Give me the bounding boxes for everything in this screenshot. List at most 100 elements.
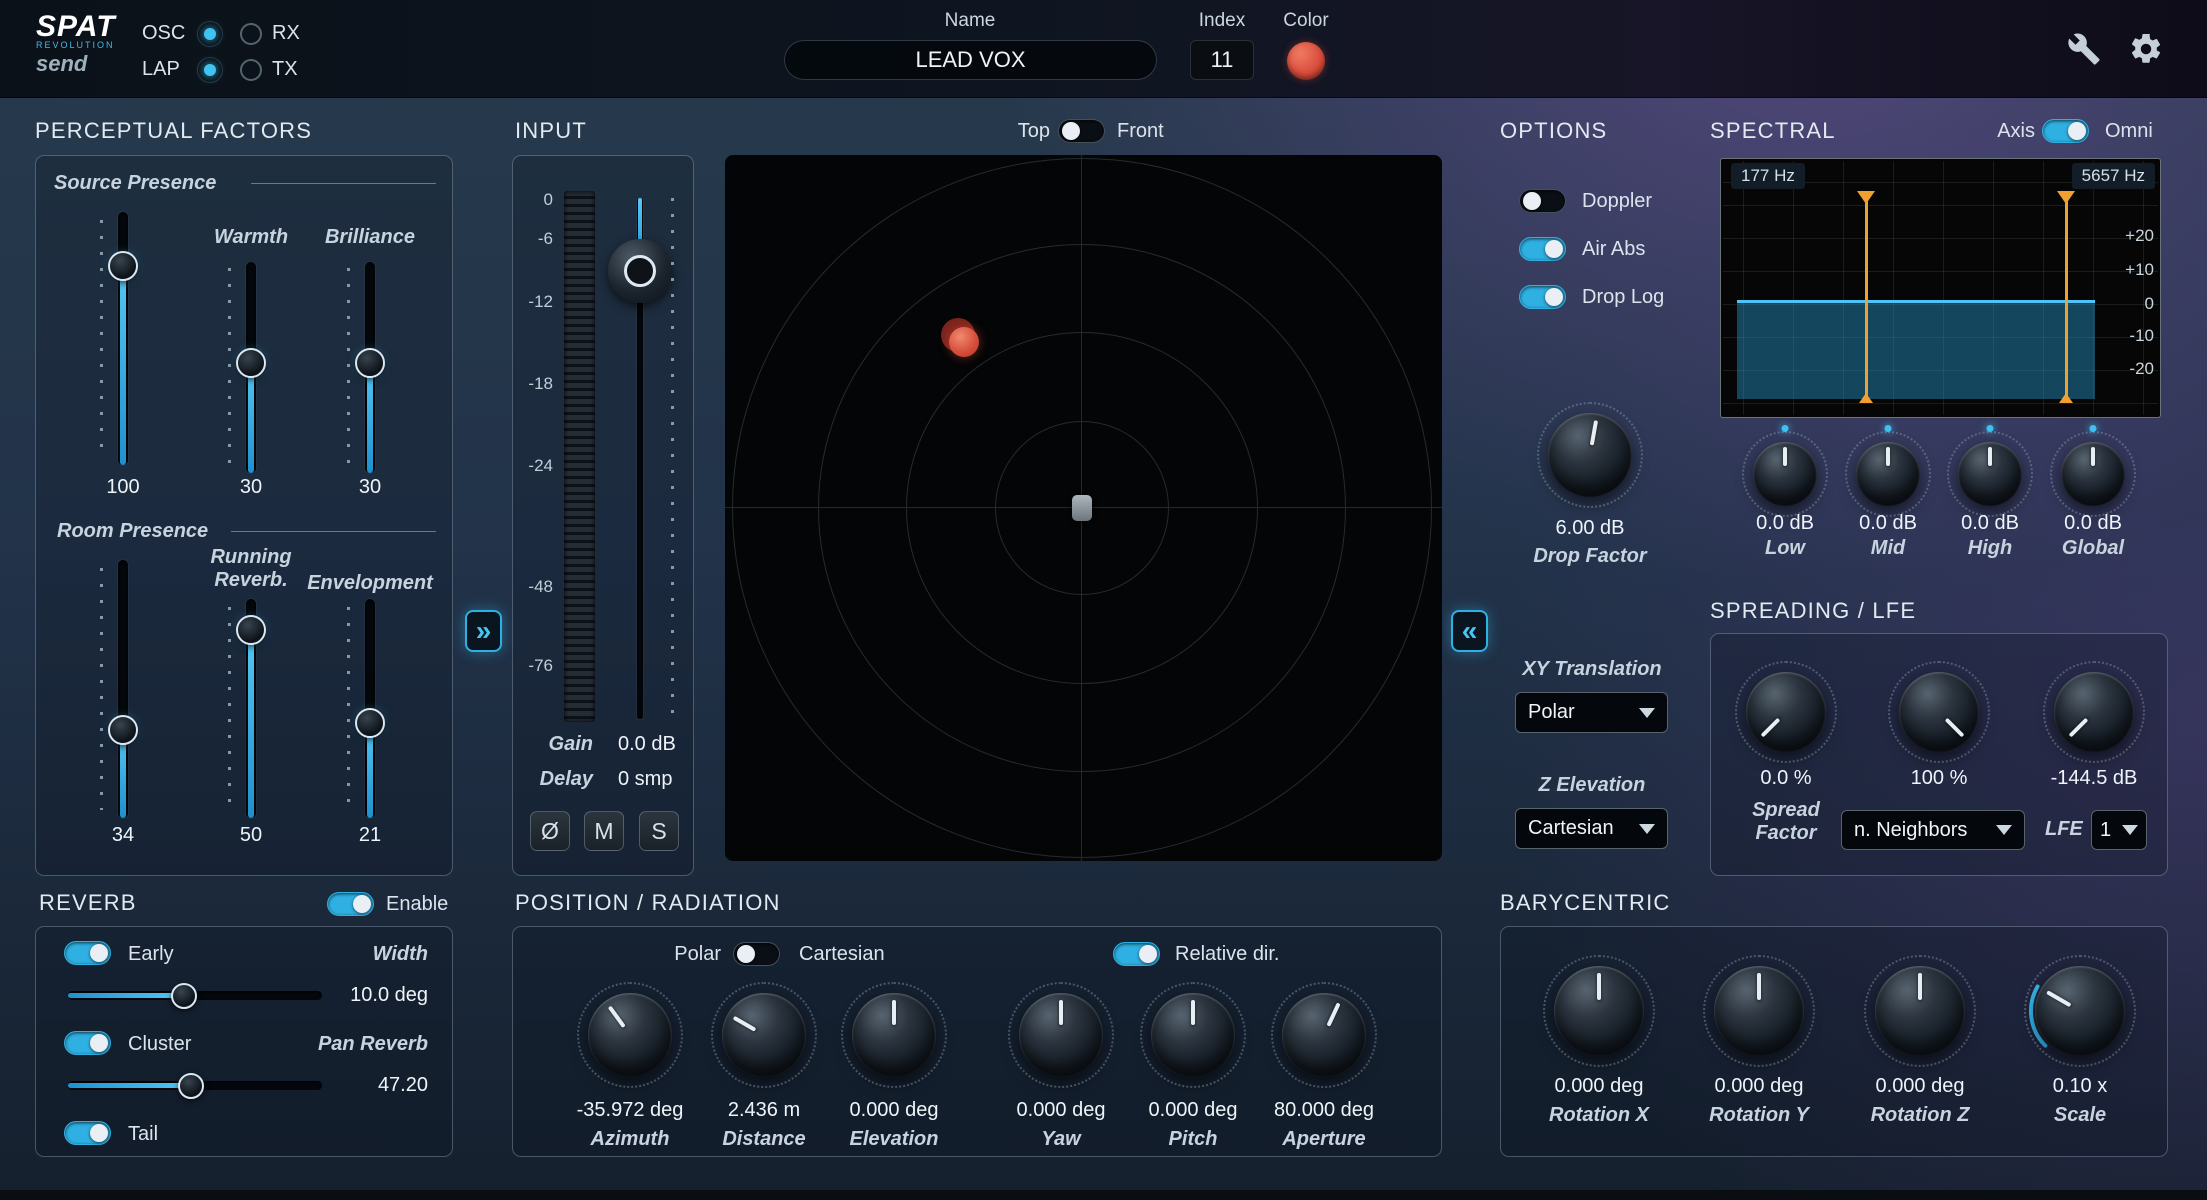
yaw-knob[interactable] bbox=[1019, 993, 1103, 1077]
pan-reverb-thumb[interactable] bbox=[178, 1073, 204, 1099]
aperture-knob[interactable] bbox=[1282, 993, 1366, 1077]
source-color-swatch[interactable] bbox=[1287, 42, 1325, 80]
knob-pointer bbox=[1875, 966, 1965, 1056]
room-presence-thumb[interactable] bbox=[108, 715, 138, 745]
lap-label: LAP bbox=[142, 58, 180, 81]
mute-button[interactable]: M bbox=[584, 811, 624, 851]
brilliance-label: Brilliance bbox=[325, 226, 415, 249]
spread-factor-knob[interactable] bbox=[1746, 672, 1826, 752]
envelopment-thumb[interactable] bbox=[355, 708, 385, 738]
relative-dir-toggle[interactable] bbox=[1113, 942, 1160, 966]
source-name-input[interactable] bbox=[784, 40, 1157, 80]
running-reverb-value: 50 bbox=[240, 824, 262, 847]
pitch-knob[interactable] bbox=[1151, 993, 1235, 1077]
running-reverb-thumb[interactable] bbox=[236, 615, 266, 645]
delay-value: 0 smp bbox=[618, 768, 672, 791]
aperture-value: 80.000 deg bbox=[1274, 1099, 1374, 1122]
azimuth-label: Azimuth bbox=[591, 1128, 670, 1151]
lfe-label: LFE bbox=[2045, 818, 2083, 841]
top-front-toggle[interactable] bbox=[1058, 119, 1105, 143]
perceptual-title: PERCEPTUAL FACTORS bbox=[35, 118, 312, 144]
neighbors-value: 100 % bbox=[1911, 767, 1968, 790]
expand-right-button[interactable]: « bbox=[1451, 610, 1488, 652]
polar-cartesian-toggle[interactable] bbox=[733, 942, 780, 966]
warmth-value: 30 bbox=[240, 476, 262, 499]
air-abs-toggle[interactable] bbox=[1519, 237, 1566, 261]
index-field[interactable]: 11 bbox=[1190, 40, 1254, 80]
xy-translation-dropdown[interactable]: Polar bbox=[1515, 692, 1668, 733]
lfe-dropdown[interactable]: 1 bbox=[2091, 810, 2147, 850]
meter-scale-48: -48 bbox=[517, 577, 553, 597]
phase-button[interactable]: Ø bbox=[530, 811, 570, 851]
eq-global-knob[interactable] bbox=[2061, 442, 2125, 506]
eq-high-knob[interactable] bbox=[1958, 442, 2022, 506]
cluster-toggle[interactable] bbox=[64, 1031, 111, 1055]
lap-indicator[interactable] bbox=[197, 57, 223, 83]
rotation-y-knob[interactable] bbox=[1714, 966, 1804, 1056]
axis-omni-toggle[interactable] bbox=[2042, 119, 2089, 143]
rotation-z-knob[interactable] bbox=[1875, 966, 1965, 1056]
lfe-knob[interactable] bbox=[2054, 672, 2134, 752]
warmth-thumb[interactable] bbox=[236, 348, 266, 378]
toggle-knob bbox=[1545, 288, 1563, 306]
source-presence-thumb[interactable] bbox=[108, 251, 138, 281]
expand-left-button[interactable]: » bbox=[465, 610, 502, 652]
reverb-enable-label: Enable bbox=[386, 893, 448, 916]
listener-icon bbox=[1072, 495, 1092, 521]
z-elevation-label: Z Elevation bbox=[1539, 774, 1646, 797]
top-bar: SPAT REVOLUTION send OSC RX LAP TX Name … bbox=[0, 0, 2207, 98]
eq-low-freq-marker[interactable] bbox=[1865, 195, 1868, 401]
source-dot[interactable] bbox=[949, 327, 979, 357]
gain-value: 0.0 dB bbox=[618, 733, 676, 756]
elevation-knob[interactable] bbox=[852, 993, 936, 1077]
tools-button[interactable] bbox=[2062, 27, 2106, 71]
eq-low-knob[interactable] bbox=[1753, 442, 1817, 506]
toggle-knob bbox=[1523, 192, 1541, 210]
brilliance-thumb[interactable] bbox=[355, 348, 385, 378]
scale-knob[interactable] bbox=[2035, 966, 2125, 1056]
eq-high-value: 0.0 dB bbox=[1961, 512, 2019, 535]
neighbors-knob[interactable] bbox=[1899, 672, 1979, 752]
knob-pointer bbox=[1729, 655, 1842, 768]
bottom-edge bbox=[0, 1190, 2207, 1200]
chevron-down-icon bbox=[1639, 708, 1655, 718]
knob-pointer bbox=[1882, 655, 1995, 768]
reverb-enable-toggle[interactable] bbox=[327, 892, 374, 916]
tx-indicator[interactable] bbox=[240, 59, 262, 81]
eq-mid-knob[interactable] bbox=[1856, 442, 1920, 506]
rotation-x-knob[interactable] bbox=[1554, 966, 1644, 1056]
lfe-value: -144.5 dB bbox=[2051, 767, 2138, 790]
doppler-toggle[interactable] bbox=[1519, 189, 1566, 213]
width-thumb[interactable] bbox=[171, 983, 197, 1009]
neighbors-dropdown[interactable]: n. Neighbors bbox=[1841, 810, 2025, 850]
db-scale-0: 0 bbox=[2145, 294, 2154, 314]
gain-fader-knob[interactable] bbox=[608, 239, 672, 303]
distance-knob[interactable] bbox=[722, 993, 806, 1077]
eq-high-freq-marker[interactable] bbox=[2065, 195, 2068, 401]
divider bbox=[231, 531, 436, 532]
spectral-display[interactable]: 177 Hz 5657 Hz +20 +10 0 -10 -20 bbox=[1720, 158, 2161, 418]
osc-indicator[interactable] bbox=[197, 21, 223, 47]
rx-indicator[interactable] bbox=[240, 23, 262, 45]
pan-reverb-value: 47.20 bbox=[378, 1074, 428, 1097]
tail-label: Tail bbox=[128, 1123, 158, 1146]
early-toggle[interactable] bbox=[64, 941, 111, 965]
spectral-title: SPECTRAL bbox=[1710, 118, 1836, 144]
z-elevation-dropdown[interactable]: Cartesian bbox=[1515, 808, 1668, 849]
toggle-knob bbox=[90, 944, 108, 962]
wrench-icon bbox=[2067, 32, 2101, 66]
azimuth-knob[interactable] bbox=[588, 993, 672, 1077]
elevation-value: 0.000 deg bbox=[850, 1099, 939, 1122]
settings-button[interactable] bbox=[2124, 27, 2168, 71]
drop-log-toggle[interactable] bbox=[1519, 285, 1566, 309]
db-scale-p20: +20 bbox=[2125, 226, 2154, 246]
tail-toggle[interactable] bbox=[64, 1121, 111, 1145]
knob-pointer bbox=[1856, 442, 1920, 506]
solo-button[interactable]: S bbox=[639, 811, 679, 851]
rotation-y-label: Rotation Y bbox=[1709, 1104, 1809, 1127]
toggle-knob bbox=[90, 1124, 108, 1142]
options-title: OPTIONS bbox=[1500, 118, 1607, 144]
aperture-label: Aperture bbox=[1282, 1128, 1365, 1151]
spatial-view[interactable] bbox=[725, 155, 1442, 861]
drop-factor-knob[interactable] bbox=[1548, 413, 1632, 497]
